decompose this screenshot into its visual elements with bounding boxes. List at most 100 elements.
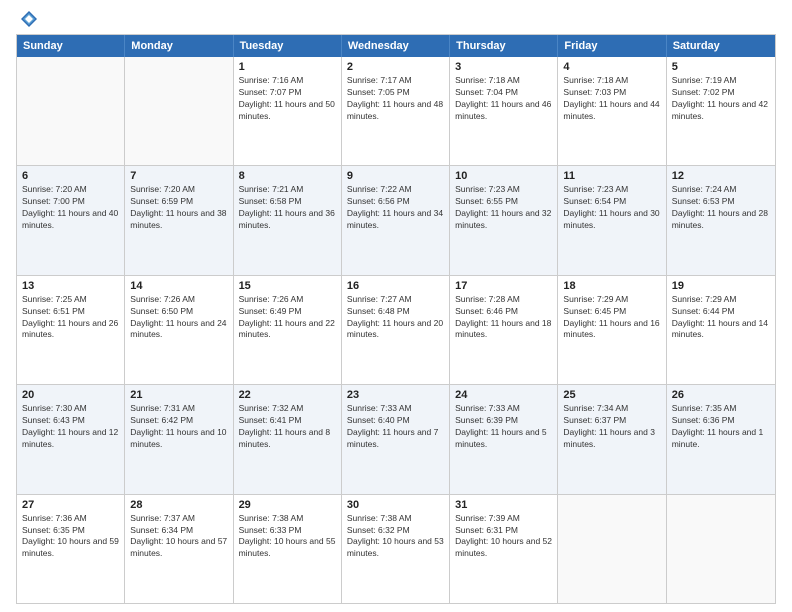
calendar-cell-r1c2: 8 Sunrise: 7:21 AM Sunset: 6:58 PM Daylig… xyxy=(234,166,342,274)
cell-info: Sunrise: 7:30 AM Sunset: 6:43 PM Dayligh… xyxy=(22,403,119,451)
day-number: 13 xyxy=(22,280,119,292)
calendar-cell-r0c2: 1Sunrise: 7:16 AM Sunset: 7:07 PM Daylig… xyxy=(234,57,342,165)
calendar-cell-r4c2: 29 Sunrise: 7:38 AM Sunset: 6:33 PM Dayli… xyxy=(234,495,342,603)
day-number: 28 xyxy=(130,499,227,511)
day-number: 19 xyxy=(672,280,770,292)
calendar-cell-r1c0: 6 Sunrise: 7:20 AM Sunset: 7:00 PM Daylig… xyxy=(17,166,125,274)
cell-info: Sunrise: 7:34 AM Sunset: 6:37 PM Dayligh… xyxy=(563,403,660,451)
calendar-cell-r0c1 xyxy=(125,57,233,165)
calendar-cell-r1c1: 7 Sunrise: 7:20 AM Sunset: 6:59 PM Daylig… xyxy=(125,166,233,274)
calendar-cell-r3c1: 21 Sunrise: 7:31 AM Sunset: 6:42 PM Dayli… xyxy=(125,385,233,493)
day-number: 27 xyxy=(22,499,119,511)
calendar-cell-r4c5 xyxy=(558,495,666,603)
weekday-header-saturday: Saturday xyxy=(667,35,775,57)
day-number: 30 xyxy=(347,499,444,511)
day-number: 3 xyxy=(455,61,552,73)
cell-info: Sunrise: 7:22 AM Sunset: 6:56 PM Dayligh… xyxy=(347,184,444,232)
day-number: 18 xyxy=(563,280,660,292)
calendar-cell-r4c1: 28 Sunrise: 7:37 AM Sunset: 6:34 PM Dayli… xyxy=(125,495,233,603)
cell-info: Sunrise: 7:37 AM Sunset: 6:34 PM Dayligh… xyxy=(130,513,227,561)
calendar-cell-r2c0: 13 Sunrise: 7:25 AM Sunset: 6:51 PM Dayli… xyxy=(17,276,125,384)
cell-info: Sunrise: 7:18 AM Sunset: 7:03 PM Dayligh… xyxy=(563,75,660,123)
calendar-cell-r3c0: 20 Sunrise: 7:30 AM Sunset: 6:43 PM Dayli… xyxy=(17,385,125,493)
day-number: 7 xyxy=(130,170,227,182)
calendar-row-3: 20 Sunrise: 7:30 AM Sunset: 6:43 PM Dayli… xyxy=(17,384,775,493)
weekday-header-thursday: Thursday xyxy=(450,35,558,57)
day-number: 20 xyxy=(22,389,119,401)
cell-info: Sunrise: 7:38 AM Sunset: 6:33 PM Dayligh… xyxy=(239,513,336,561)
day-number: 22 xyxy=(239,389,336,401)
day-number: 2 xyxy=(347,61,444,73)
weekday-header-monday: Monday xyxy=(125,35,233,57)
cell-info: Sunrise: 7:29 AM Sunset: 6:45 PM Dayligh… xyxy=(563,294,660,342)
cell-info: Sunrise: 7:27 AM Sunset: 6:48 PM Dayligh… xyxy=(347,294,444,342)
cell-info: Sunrise: 7:33 AM Sunset: 6:40 PM Dayligh… xyxy=(347,403,444,451)
calendar-cell-r0c6: 5Sunrise: 7:19 AM Sunset: 7:02 PM Daylig… xyxy=(667,57,775,165)
cell-info: Sunrise: 7:29 AM Sunset: 6:44 PM Dayligh… xyxy=(672,294,770,342)
calendar-cell-r1c6: 12 Sunrise: 7:24 AM Sunset: 6:53 PM Dayli… xyxy=(667,166,775,274)
day-number: 6 xyxy=(22,170,119,182)
calendar-cell-r1c4: 10 Sunrise: 7:23 AM Sunset: 6:55 PM Dayli… xyxy=(450,166,558,274)
calendar-header: SundayMondayTuesdayWednesdayThursdayFrid… xyxy=(17,35,775,57)
day-number: 25 xyxy=(563,389,660,401)
cell-info: Sunrise: 7:20 AM Sunset: 7:00 PM Dayligh… xyxy=(22,184,119,232)
cell-info: Sunrise: 7:21 AM Sunset: 6:58 PM Dayligh… xyxy=(239,184,336,232)
day-number: 26 xyxy=(672,389,770,401)
cell-info: Sunrise: 7:23 AM Sunset: 6:55 PM Dayligh… xyxy=(455,184,552,232)
cell-info: Sunrise: 7:31 AM Sunset: 6:42 PM Dayligh… xyxy=(130,403,227,451)
calendar-cell-r2c5: 18 Sunrise: 7:29 AM Sunset: 6:45 PM Dayli… xyxy=(558,276,666,384)
cell-info: Sunrise: 7:26 AM Sunset: 6:50 PM Dayligh… xyxy=(130,294,227,342)
day-number: 29 xyxy=(239,499,336,511)
day-number: 31 xyxy=(455,499,552,511)
calendar-cell-r1c5: 11Sunrise: 7:23 AM Sunset: 6:54 PM Dayli… xyxy=(558,166,666,274)
calendar-cell-r0c0 xyxy=(17,57,125,165)
cell-info: Sunrise: 7:33 AM Sunset: 6:39 PM Dayligh… xyxy=(455,403,552,451)
calendar-cell-r3c2: 22Sunrise: 7:32 AM Sunset: 6:41 PM Dayli… xyxy=(234,385,342,493)
cell-info: Sunrise: 7:28 AM Sunset: 6:46 PM Dayligh… xyxy=(455,294,552,342)
weekday-header-wednesday: Wednesday xyxy=(342,35,450,57)
calendar-cell-r2c6: 19 Sunrise: 7:29 AM Sunset: 6:44 PM Dayli… xyxy=(667,276,775,384)
calendar-cell-r2c3: 16 Sunrise: 7:27 AM Sunset: 6:48 PM Dayli… xyxy=(342,276,450,384)
calendar-row-2: 13 Sunrise: 7:25 AM Sunset: 6:51 PM Dayli… xyxy=(17,275,775,384)
weekday-header-tuesday: Tuesday xyxy=(234,35,342,57)
calendar-cell-r1c3: 9Sunrise: 7:22 AM Sunset: 6:56 PM Daylig… xyxy=(342,166,450,274)
calendar-cell-r2c1: 14 Sunrise: 7:26 AM Sunset: 6:50 PM Dayli… xyxy=(125,276,233,384)
cell-info: Sunrise: 7:23 AM Sunset: 6:54 PM Dayligh… xyxy=(563,184,660,232)
cell-info: Sunrise: 7:17 AM Sunset: 7:05 PM Dayligh… xyxy=(347,75,444,123)
calendar-cell-r3c5: 25 Sunrise: 7:34 AM Sunset: 6:37 PM Dayli… xyxy=(558,385,666,493)
day-number: 12 xyxy=(672,170,770,182)
calendar-cell-r0c5: 4Sunrise: 7:18 AM Sunset: 7:03 PM Daylig… xyxy=(558,57,666,165)
logo xyxy=(16,10,40,28)
calendar-cell-r4c4: 31Sunrise: 7:39 AM Sunset: 6:31 PM Dayli… xyxy=(450,495,558,603)
day-number: 21 xyxy=(130,389,227,401)
calendar-cell-r0c4: 3 Sunrise: 7:18 AM Sunset: 7:04 PM Daylig… xyxy=(450,57,558,165)
calendar-cell-r4c0: 27Sunrise: 7:36 AM Sunset: 6:35 PM Dayli… xyxy=(17,495,125,603)
day-number: 10 xyxy=(455,170,552,182)
calendar-cell-r4c3: 30Sunrise: 7:38 AM Sunset: 6:32 PM Dayli… xyxy=(342,495,450,603)
calendar-cell-r4c6 xyxy=(667,495,775,603)
day-number: 1 xyxy=(239,61,336,73)
calendar-cell-r3c6: 26Sunrise: 7:35 AM Sunset: 6:36 PM Dayli… xyxy=(667,385,775,493)
day-number: 15 xyxy=(239,280,336,292)
calendar-cell-r3c4: 24 Sunrise: 7:33 AM Sunset: 6:39 PM Dayli… xyxy=(450,385,558,493)
calendar-body: 1Sunrise: 7:16 AM Sunset: 7:07 PM Daylig… xyxy=(17,57,775,603)
cell-info: Sunrise: 7:25 AM Sunset: 6:51 PM Dayligh… xyxy=(22,294,119,342)
calendar-row-0: 1Sunrise: 7:16 AM Sunset: 7:07 PM Daylig… xyxy=(17,57,775,165)
logo-flag-icon xyxy=(20,10,38,28)
weekday-header-friday: Friday xyxy=(558,35,666,57)
day-number: 8 xyxy=(239,170,336,182)
calendar-cell-r2c2: 15 Sunrise: 7:26 AM Sunset: 6:49 PM Dayli… xyxy=(234,276,342,384)
cell-info: Sunrise: 7:26 AM Sunset: 6:49 PM Dayligh… xyxy=(239,294,336,342)
calendar-cell-r0c3: 2 Sunrise: 7:17 AM Sunset: 7:05 PM Daylig… xyxy=(342,57,450,165)
day-number: 14 xyxy=(130,280,227,292)
cell-info: Sunrise: 7:18 AM Sunset: 7:04 PM Dayligh… xyxy=(455,75,552,123)
cell-info: Sunrise: 7:24 AM Sunset: 6:53 PM Dayligh… xyxy=(672,184,770,232)
calendar-cell-r2c4: 17Sunrise: 7:28 AM Sunset: 6:46 PM Dayli… xyxy=(450,276,558,384)
day-number: 24 xyxy=(455,389,552,401)
day-number: 23 xyxy=(347,389,444,401)
day-number: 16 xyxy=(347,280,444,292)
calendar: SundayMondayTuesdayWednesdayThursdayFrid… xyxy=(16,34,776,604)
calendar-cell-r3c3: 23 Sunrise: 7:33 AM Sunset: 6:40 PM Dayli… xyxy=(342,385,450,493)
calendar-row-1: 6 Sunrise: 7:20 AM Sunset: 7:00 PM Daylig… xyxy=(17,165,775,274)
cell-info: Sunrise: 7:20 AM Sunset: 6:59 PM Dayligh… xyxy=(130,184,227,232)
